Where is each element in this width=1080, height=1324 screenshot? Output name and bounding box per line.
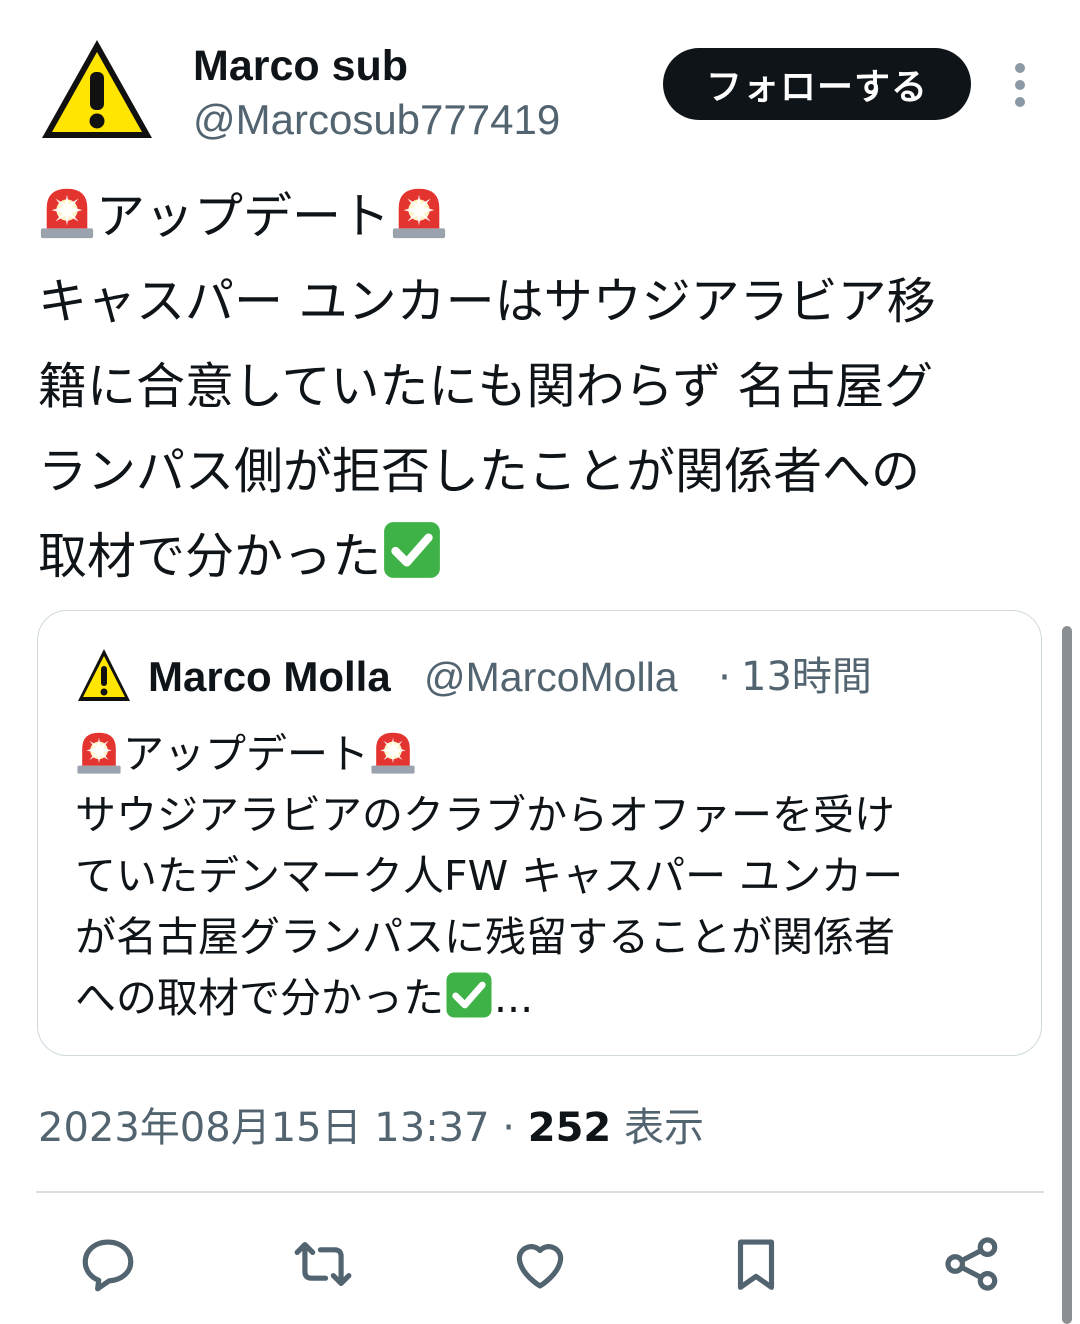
reply-button[interactable]: [77, 1233, 139, 1295]
check-mark-icon: [446, 972, 492, 1018]
views-count: 252: [527, 1105, 612, 1151]
tweet-line: キャスパー ユンカーはサウジアラビア移: [38, 273, 936, 330]
tweet-text: アップデート キャスパー ユンカーはサウジアラビア移 籍に合意していたにも関わら…: [38, 174, 1043, 599]
more-vertical-icon: [1015, 63, 1025, 107]
tweet-meta: 2023年08月15日 13:37 · 252 表示: [38, 1100, 704, 1156]
tweet-line-text: アップデート: [96, 188, 391, 245]
meta-separator: ·: [489, 1105, 528, 1151]
views-label: 表示: [611, 1105, 704, 1151]
tweet-header: Marco sub @Marcosub777419 フォローする: [0, 0, 1080, 160]
quoted-separator: ·: [718, 653, 732, 701]
more-options-button[interactable]: [998, 60, 1042, 110]
quoted-author-handle: @MarcoMolla: [424, 654, 678, 700]
quoted-ellipsis: ...: [494, 974, 534, 1022]
quoted-line: への取材で分かった ...: [75, 968, 1025, 1029]
quoted-tweet[interactable]: Marco Molla @MarcoMolla · 13時間 アップデート サウ…: [37, 610, 1042, 1056]
repost-button[interactable]: [292, 1233, 354, 1295]
police-light-icon: [77, 732, 121, 774]
warning-sign-icon: [42, 40, 152, 138]
scrollbar[interactable]: [1062, 626, 1072, 1324]
tweet-line-text: 取材で分かった: [38, 528, 382, 585]
quoted-line: サウジアラビアのクラブからオファーを受け: [75, 791, 895, 839]
quoted-author-name: Marco Molla: [148, 653, 391, 700]
timestamp[interactable]: 2023年08月15日 13:37: [38, 1105, 490, 1151]
author-handle[interactable]: @Marcosub777419: [193, 94, 560, 146]
avatar[interactable]: [38, 34, 156, 144]
quoted-line: が名古屋グランパスに残留することが関係者: [75, 913, 895, 961]
divider: [36, 1191, 1044, 1193]
share-button[interactable]: [941, 1233, 1003, 1295]
author-name[interactable]: Marco sub: [193, 40, 408, 92]
check-mark-icon: [384, 522, 440, 578]
quoted-text: アップデート サウジアラビアのクラブからオファーを受け ていたデンマーク人FW …: [75, 724, 1025, 1029]
follow-button[interactable]: フォローする: [663, 48, 971, 120]
police-light-icon: [371, 732, 415, 774]
reply-icon: [82, 1239, 134, 1292]
warning-sign-icon: [78, 649, 130, 701]
quoted-avatar: [76, 645, 132, 705]
bookmark-icon: [737, 1239, 775, 1290]
quoted-line: アップデート: [75, 724, 1025, 785]
repost-icon: [294, 1242, 352, 1286]
tweet-line: ランパス側が拒否したことが関係者への: [38, 443, 921, 500]
quoted-line-text: アップデート: [123, 730, 369, 778]
heart-icon: [516, 1244, 564, 1289]
bookmark-button[interactable]: [725, 1233, 787, 1295]
share-icon: [945, 1237, 998, 1291]
police-light-icon: [392, 188, 446, 239]
like-button[interactable]: [509, 1233, 571, 1295]
tweet-line: 籍に合意していたにも関わらず 名古屋グ: [38, 358, 934, 415]
tweet-line: 取材で分かった: [38, 514, 1043, 599]
quoted-line: ていたデンマーク人FW キャスパー ユンカー: [75, 852, 904, 900]
police-light-icon: [40, 188, 94, 239]
quoted-line-text: への取材で分かった: [75, 974, 444, 1022]
tweet-line: アップデート: [38, 174, 1043, 259]
quoted-timestamp: 13時間: [741, 654, 872, 700]
